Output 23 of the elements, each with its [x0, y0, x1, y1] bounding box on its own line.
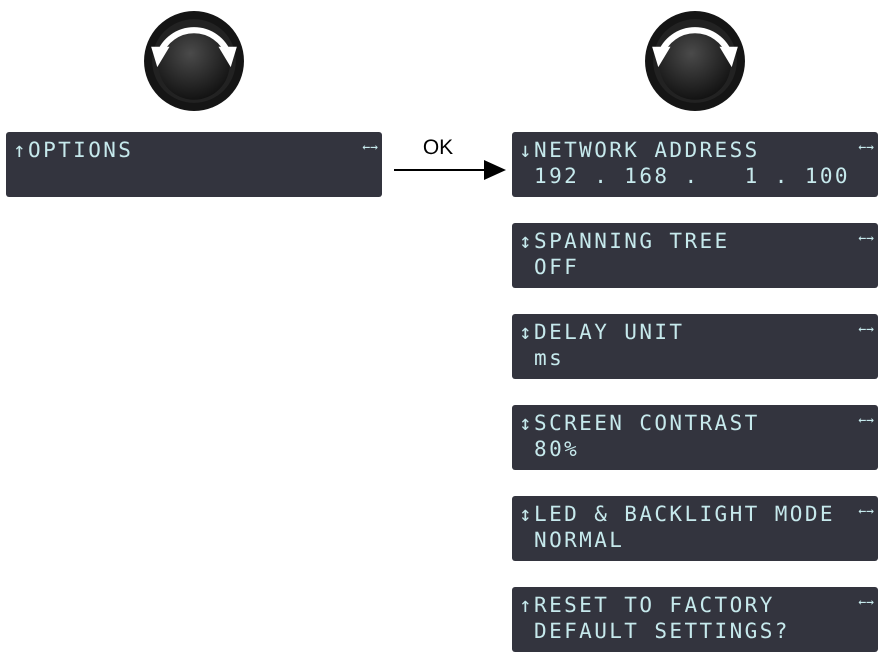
screen-value: 192 . 168 . 1 . 100: [533, 164, 850, 188]
nav-hint: ←→: [858, 503, 874, 521]
nav-hint: ←→: [858, 321, 874, 339]
screen-value: DEFAULT SETTINGS?: [533, 619, 790, 643]
nav-hint: ←→: [858, 412, 874, 430]
transition-label: OK: [422, 136, 454, 160]
screen-title: ↕SCREEN CONTRAST: [519, 410, 760, 436]
rotary-knob-icon: [644, 10, 746, 112]
screen-value: ms: [533, 346, 564, 370]
nav-hint: ←→: [858, 594, 874, 612]
nav-hint: ←→: [858, 139, 874, 157]
screen-value: OFF: [533, 255, 580, 279]
screen-title: ↑RESET TO FACTORY: [519, 592, 775, 618]
screen-value: 80%: [533, 437, 580, 461]
rotary-knob-icon: [143, 10, 245, 112]
screen-title: ↕LED & BACKLIGHT MODE: [519, 501, 835, 527]
screen-value: NORMAL: [533, 528, 624, 552]
screen-title: ↕SPANNING TREE: [519, 228, 730, 254]
nav-hint: ←→: [858, 230, 874, 248]
nav-hint: ←→: [362, 139, 378, 157]
screen-title: ↓NETWORK ADDRESS: [519, 137, 760, 163]
screen-title: ↕DELAY UNIT: [519, 319, 684, 345]
screen-title: ↑OPTIONS: [13, 137, 134, 163]
